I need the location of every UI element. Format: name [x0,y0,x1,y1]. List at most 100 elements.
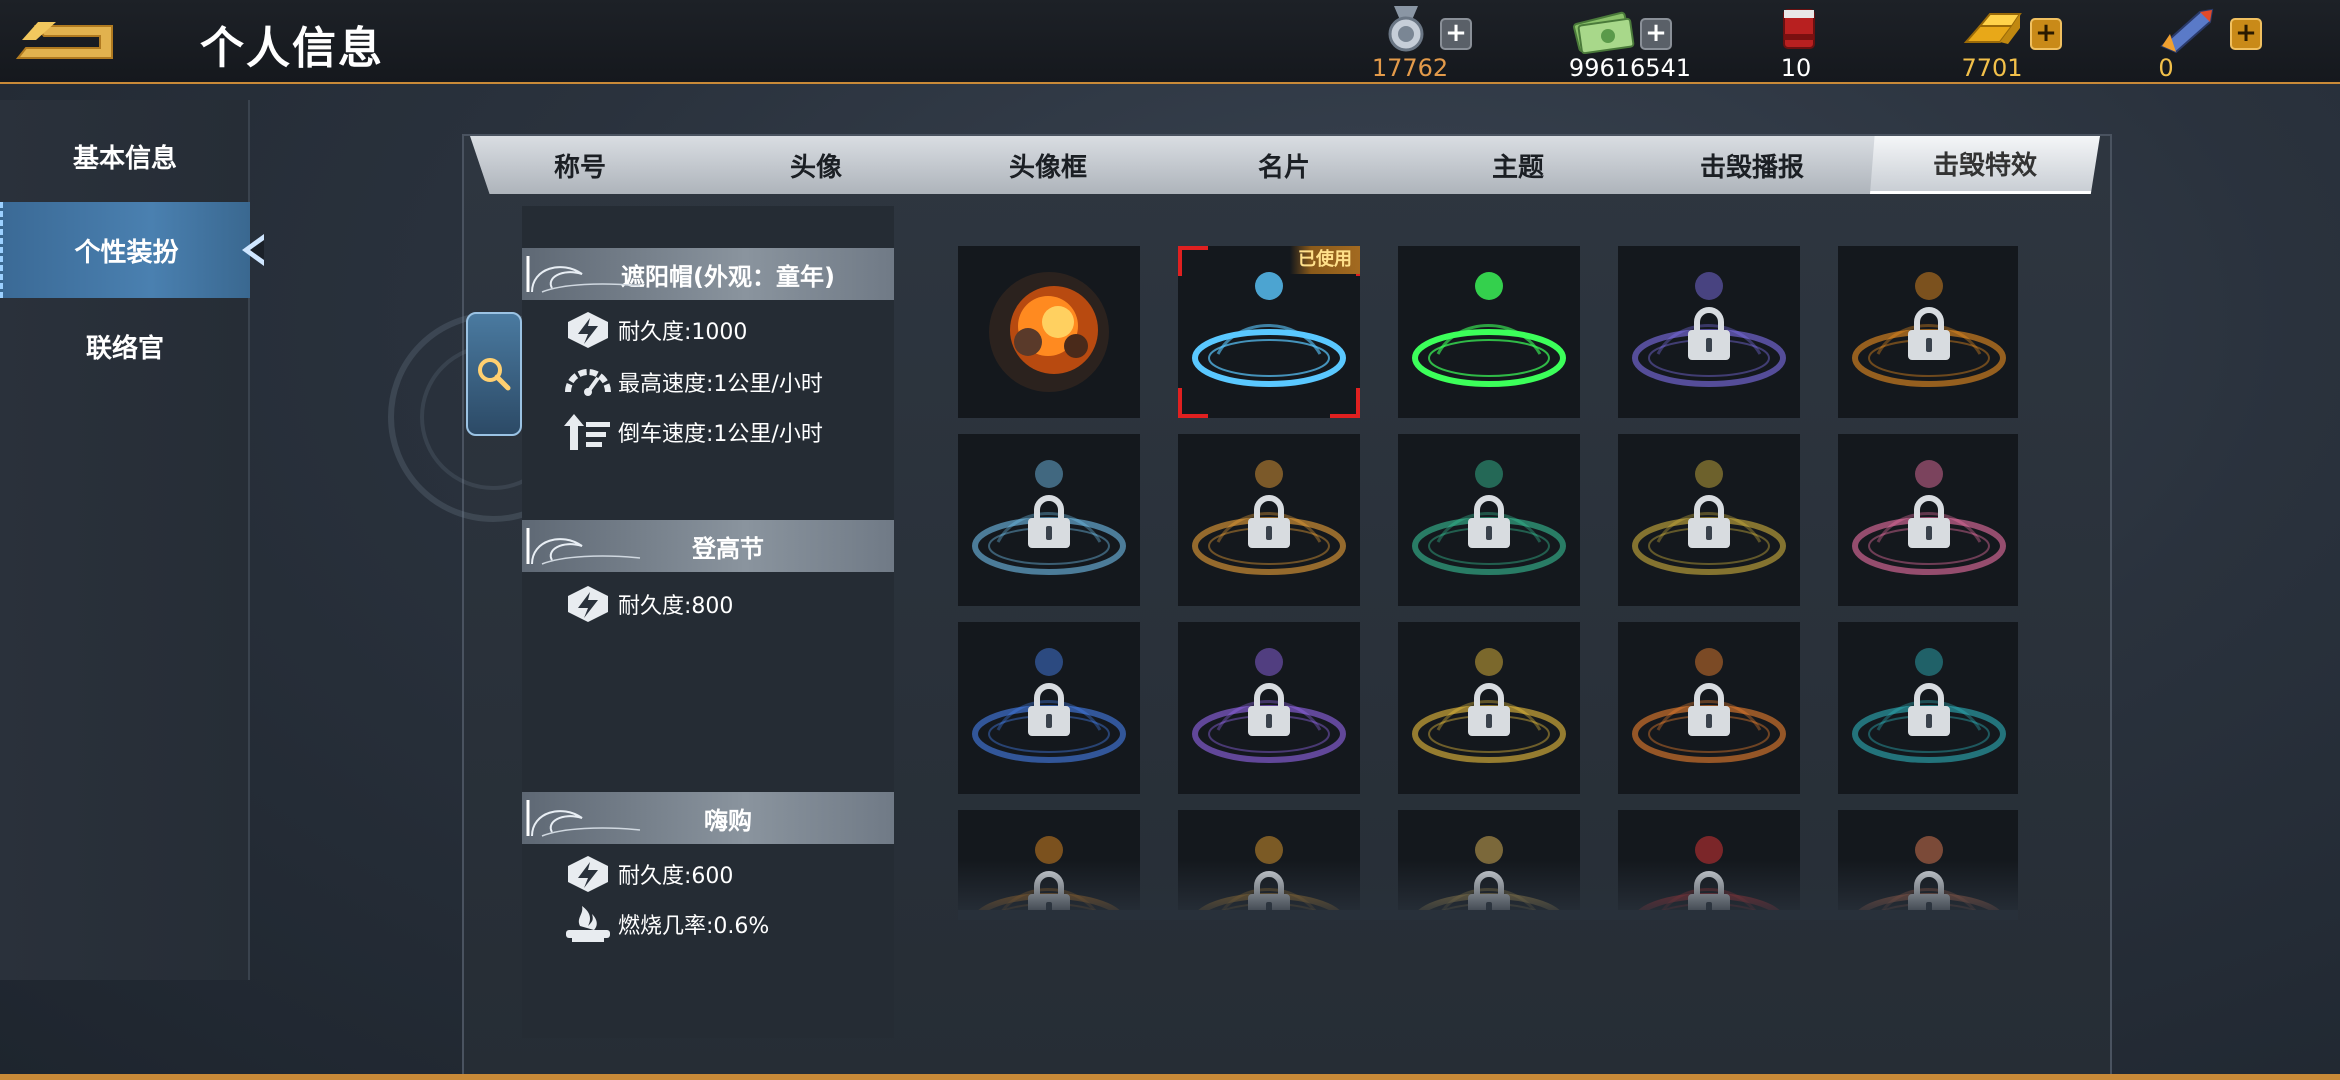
sidebar: 基本信息 个性装扮 联络官 [0,100,264,980]
lock-icon [1248,683,1290,736]
effect-item-blue-purple-ring[interactable] [1618,246,1800,418]
tab-kill-effect[interactable]: 击毁特效 [1870,136,2100,194]
tab-kill-broadcast[interactable]: 击毁播报 [1672,136,1832,194]
effect-item-red-gold-ring[interactable] [1618,622,1800,794]
effect-item-jade-ring[interactable] [1398,434,1580,606]
effect-item-coin-ring[interactable] [958,622,1140,794]
selection-corner [1178,246,1208,276]
currency-cash: + 99616541 [1540,4,1720,82]
paint-count: 10 [1780,54,1812,82]
lock-icon [1028,871,1070,910]
effect-item-flower-ring[interactable] [1618,434,1800,606]
add-rocket-button[interactable]: + [2230,18,2262,50]
paint-bucket-icon [1783,9,1815,49]
lock-icon [1248,871,1290,910]
stat-max-speed: 最高速度:1公里/小时 [562,362,823,402]
tab-avatar[interactable]: 头像 [736,136,896,194]
rocket-count: 0 [2158,54,2174,82]
section-title: 登高节 [692,534,764,563]
add-gold-button[interactable]: + [2030,18,2062,50]
effect-item-pink-ring[interactable] [1838,434,2018,606]
lock-icon [1688,307,1730,360]
effect-item-star-tree[interactable] [1398,810,1580,910]
swirl-ornament-icon [526,256,641,293]
sidebar-item-label: 基本信息 [72,143,177,174]
tab-title[interactable]: 称号 [500,136,660,194]
in-use-badge: 已使用 [1290,246,1360,274]
effect-item-blue-ice-ring[interactable]: 已使用 [1178,246,1360,418]
effect-item-mascot-ring[interactable] [1838,810,2018,910]
tab-business-card[interactable]: 名片 [1204,136,1364,194]
search-button[interactable] [466,312,522,436]
burn-icon [566,906,610,942]
lock-icon [1248,495,1290,548]
sidebar-item-label: 联络官 [85,333,164,364]
effect-art-icon [989,272,1109,392]
stat-durability: 耐久度:1000 [562,310,747,350]
selection-corner [1178,388,1208,418]
stat-burn-chance: 燃烧几率:0.6% [562,904,769,944]
effect-item-green-ring[interactable] [1398,246,1580,418]
effect-item-golden-crown[interactable] [1178,810,1360,910]
swirl-ornament-icon [526,800,641,837]
durability-icon [568,586,608,622]
selection-corner [1330,388,1360,418]
stat-durability: 耐久度:600 [562,854,733,894]
lock-icon [1688,683,1730,736]
effect-grid: 已使用 [958,246,2018,910]
section-header: 登高节 [522,520,894,572]
effect-item-sword-ring[interactable] [1398,622,1580,794]
lock-icon [1468,871,1510,910]
reverse-speed-icon [564,414,610,450]
rocket-icon [2160,8,2214,54]
effect-item-snow-ring[interactable] [958,434,1140,606]
lock-icon [1908,495,1950,548]
medal-icon [1388,6,1424,52]
effect-item-explosion[interactable] [958,246,1140,418]
back-arrow-icon[interactable] [16,18,116,64]
page-title: 个人信息 [200,23,384,74]
gold-bar-icon [1963,13,2022,44]
effect-item-violet-ring[interactable] [1178,622,1360,794]
effect-art-icon [1412,272,1566,387]
currency-paint: 10 [1760,4,1860,82]
section-header: 遮阳帽(外观：童年) [522,248,894,300]
sidebar-item-personalization[interactable]: 个性装扮 [0,202,264,298]
tab-theme[interactable]: 主题 [1438,136,1598,194]
effect-item-gold-ring[interactable] [1178,434,1360,606]
currency-medal: + 17762 [1340,4,1500,82]
add-cash-button[interactable]: + [1640,18,1672,50]
cash-icon [1573,11,1635,54]
lock-icon [1028,495,1070,548]
medal-count: 17762 [1371,54,1449,82]
effect-item-pumpkin-ring[interactable] [1838,622,2018,794]
lock-icon [1908,871,1950,910]
add-medal-button[interactable]: + [1440,18,1472,50]
section-header: 嗨购 [522,792,894,844]
stat-durability: 耐久度:800 [562,584,733,624]
lock-icon [1908,683,1950,736]
effect-item-orange-ring[interactable] [1838,246,2018,418]
currency-rocket: + 0 [2150,4,2270,82]
lock-icon [1028,683,1070,736]
bottom-accent [0,1074,2340,1080]
lock-icon [1908,307,1950,360]
lock-icon [1468,683,1510,736]
lock-icon [1688,871,1730,910]
durability-icon [568,856,608,892]
speedometer-icon [565,369,611,396]
durability-icon [568,312,608,348]
tab-avatar-frame[interactable]: 头像框 [968,136,1128,194]
section-title: 嗨购 [704,806,752,835]
stat-reverse-speed: 倒车速度:1公里/小时 [562,412,823,452]
sidebar-item-basic-info[interactable]: 基本信息 [0,108,250,204]
effect-item-lantern-ring[interactable] [1618,810,1800,910]
search-icon [478,358,511,391]
gold-count: 7701 [1961,54,2023,82]
effect-item-fire-arrows[interactable] [958,810,1140,910]
sidebar-item-liaison[interactable]: 联络官 [0,298,250,394]
top-bar: 个人信息 + 17762 + 99616541 10 + 7701 + 0 [0,0,2340,84]
lock-icon [1688,495,1730,548]
section-title: 遮阳帽(外观：童年) [621,262,835,291]
sidebar-item-label: 个性装扮 [74,237,179,268]
